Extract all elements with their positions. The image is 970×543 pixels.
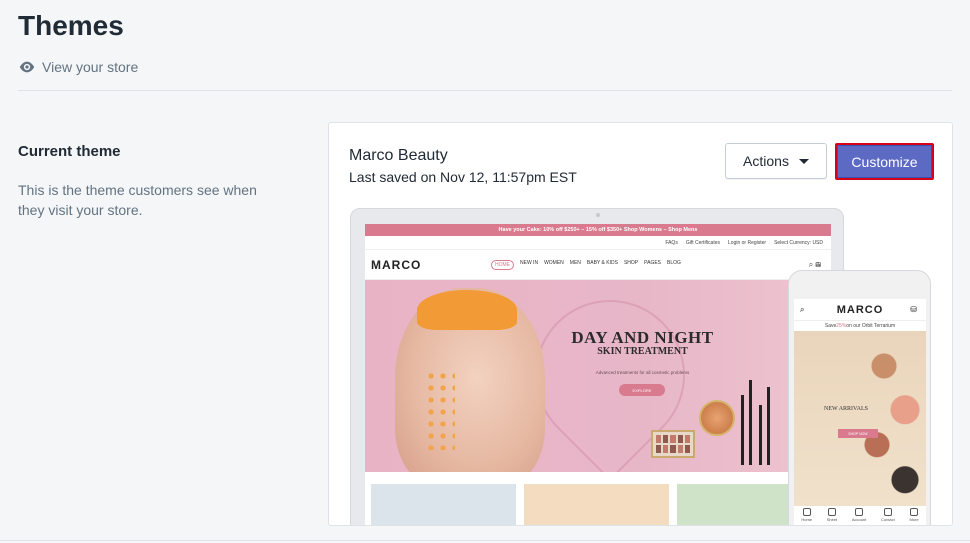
preview-hero-title: DAY AND NIGHT	[571, 328, 714, 347]
preview-nav: MARCO HOME NEW IN WOMEN MEN BABY & KIDS …	[365, 250, 831, 280]
search-icon: ⌕	[800, 304, 806, 314]
eyeshadow-palette-image	[651, 430, 695, 458]
makeup-image	[856, 331, 926, 506]
flowers-image	[425, 370, 455, 450]
preview-nav-item: PAGES	[644, 259, 661, 266]
preview-search-cart-icons: ⌕ ⛁	[808, 260, 821, 269]
preview-nav-item: SHOP	[623, 259, 639, 266]
actions-button[interactable]: Actions	[725, 143, 827, 179]
mobile-preview[interactable]: ⌕ MARCO ⛁ Save 25% on our Orbit Terrariu…	[788, 270, 931, 525]
preview-nav-item: MEN	[569, 259, 581, 266]
header-divider	[18, 90, 952, 91]
section-title: Current theme	[18, 143, 121, 160]
mobile-header: ⌕ MARCO ⛁	[794, 299, 926, 321]
sheet-icon	[827, 508, 836, 516]
more-icon	[910, 508, 919, 516]
bag-icon: ⛁	[910, 305, 918, 314]
preview-nav-item: NEW IN	[520, 259, 539, 266]
mobile-hero-button: SHOP NOW	[838, 429, 878, 438]
theme-last-saved: Last saved on Nov 12, 11:57pm EST	[349, 169, 577, 185]
preview-nav-item: HOME	[491, 259, 514, 270]
product-thumb	[524, 484, 669, 525]
current-theme-card: Marco Beauty Last saved on Nov 12, 11:57…	[328, 122, 953, 526]
mobile-promo: Save 25% on our Orbit Terrarium	[824, 323, 896, 329]
home-icon	[802, 508, 811, 516]
preview-nav-item: WOMEN	[544, 259, 564, 266]
util-link: FAQs	[665, 239, 678, 246]
customize-button[interactable]: Customize	[837, 145, 932, 178]
util-link: Select Currency: USD	[774, 239, 823, 246]
brushes-image	[737, 375, 775, 465]
compact-image	[699, 400, 735, 436]
util-link: Gift Certificates	[685, 239, 721, 246]
account-icon	[855, 508, 864, 516]
preview-hero-subtitle: SKIN TREATMENT	[597, 346, 688, 357]
bottom-divider	[0, 540, 970, 541]
mobile-hero: NEW ARRIVALS SHOP NOW	[794, 331, 926, 506]
preview-hero: DAY AND NIGHT SKIN TREATMENT Advanced tr…	[365, 280, 831, 472]
customize-highlight: Customize	[835, 143, 934, 180]
headband-image	[417, 290, 517, 330]
mobile-logo: MARCO	[836, 303, 884, 316]
contact-icon	[883, 508, 892, 516]
actions-label: Actions	[743, 153, 789, 169]
preview-hero-button: EXPLORE	[619, 384, 665, 396]
eye-icon	[19, 61, 35, 73]
view-store-link[interactable]: View your store	[18, 58, 138, 76]
preview-product-row	[365, 472, 831, 525]
preview-utility-bar: FAQs Gift Certificates Login or Register…	[365, 236, 831, 250]
theme-name: Marco Beauty	[349, 147, 448, 164]
preview-promo-bar: Have your Cake: 10% off $250+ – 15% off …	[365, 224, 831, 236]
view-store-label: View your store	[42, 59, 139, 75]
util-link: Login or Register	[728, 239, 767, 246]
preview-nav-item: BABY & KIDS	[586, 259, 618, 266]
preview-logo: MARCO	[371, 257, 422, 272]
caret-down-icon	[798, 158, 809, 164]
desktop-preview[interactable]: Have your Cake: 10% off $250+ – 15% off …	[350, 208, 844, 525]
mobile-tab-bar: Home Sheet Account Contact More	[794, 506, 926, 522]
laptop-camera	[596, 213, 600, 217]
preview-nav-item: BLOG	[667, 259, 681, 266]
mobile-hero-title: NEW ARRIVALS	[824, 406, 868, 412]
page-title: Themes	[18, 10, 124, 41]
desktop-screen: Have your Cake: 10% off $250+ – 15% off …	[365, 224, 831, 525]
preview-hero-text: Advanced treatments for all cosmetic pro…	[595, 370, 690, 375]
section-description: This is the theme customers see when the…	[18, 182, 257, 218]
mobile-screen: ⌕ MARCO ⛁ Save 25% on our Orbit Terrariu…	[794, 299, 926, 525]
product-thumb	[371, 484, 516, 525]
